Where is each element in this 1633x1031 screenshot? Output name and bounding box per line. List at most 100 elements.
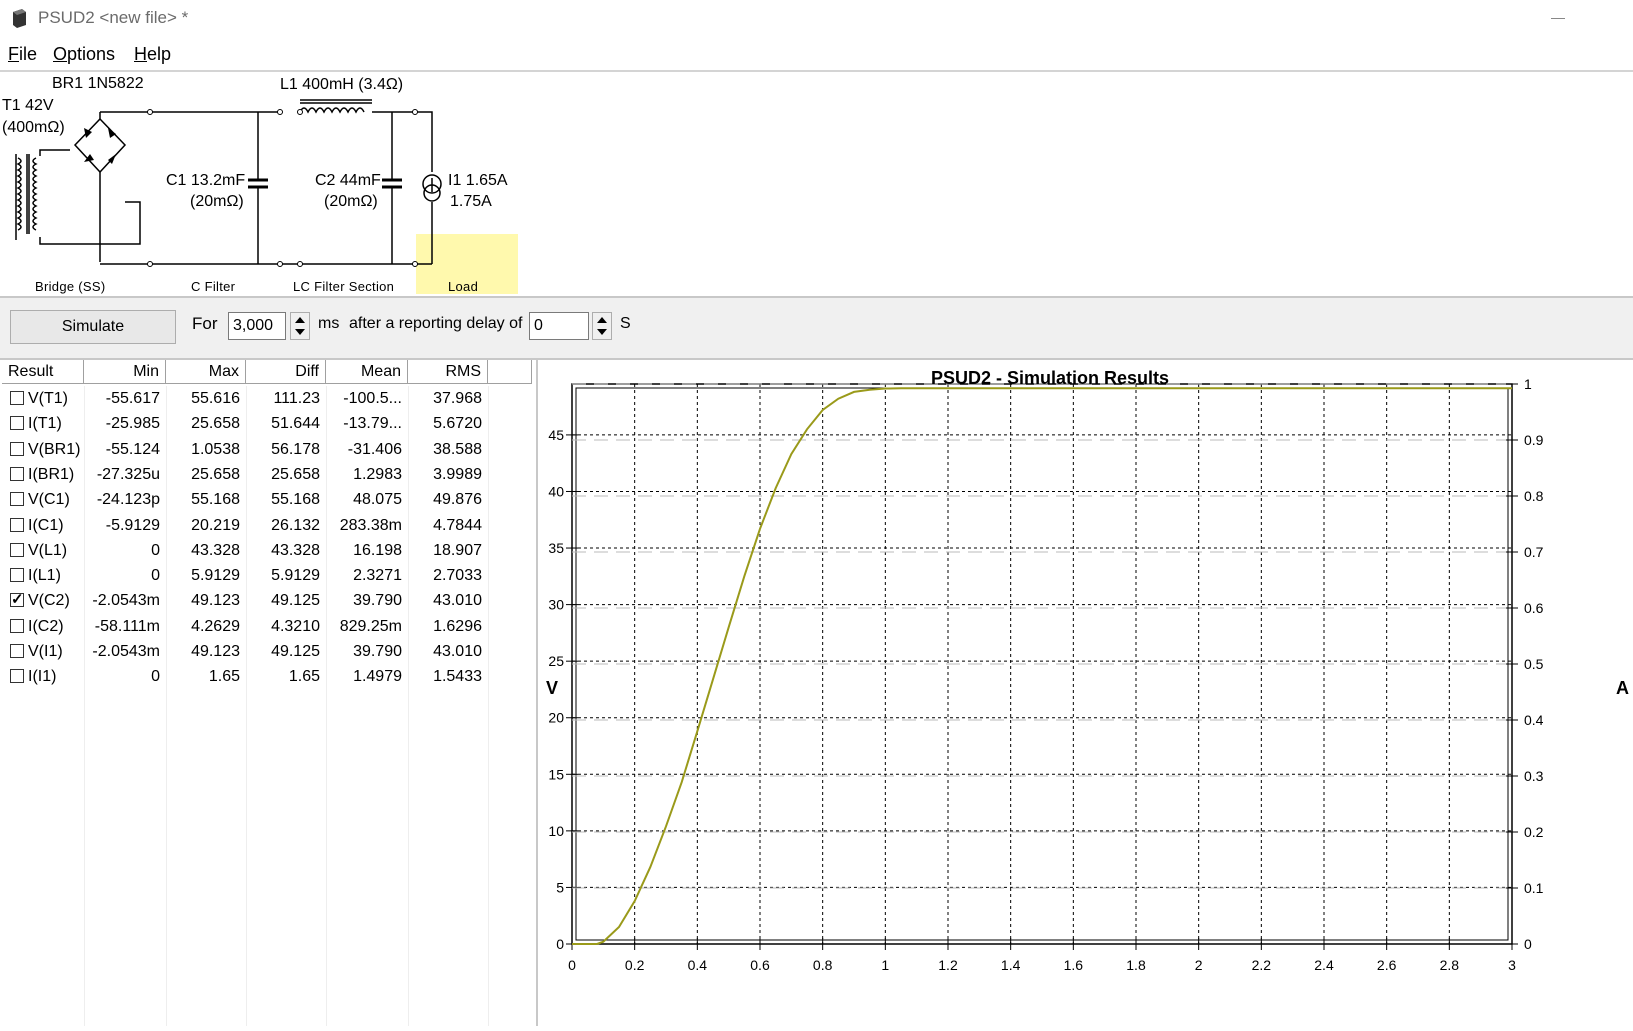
- cell-min: -55.617: [105, 390, 160, 407]
- duration-spinner[interactable]: [290, 312, 310, 340]
- result-name: I(BR1): [28, 465, 75, 483]
- cell-min: 0: [151, 567, 160, 585]
- load-label[interactable]: I1 1.65A: [448, 172, 508, 190]
- cell-rms: 1.5433: [433, 668, 482, 686]
- y-axis-left-title: V: [546, 678, 559, 698]
- cell-rms: 5.6720: [433, 415, 482, 433]
- title-bar: PSUD2 <new file> *: [0, 0, 1633, 36]
- c1-label[interactable]: C1 13.2mF: [166, 172, 245, 190]
- y2-tick-label: 0.8: [1524, 488, 1544, 504]
- spin-down-icon[interactable]: [295, 329, 305, 335]
- cell-mean: 39.790: [353, 643, 402, 660]
- cell-rms: 38.588: [433, 440, 482, 458]
- result-checkbox[interactable]: [10, 466, 24, 481]
- cell-mean: 1.4979: [353, 668, 402, 686]
- spin-up-icon[interactable]: [295, 317, 305, 323]
- delay-spinner[interactable]: [592, 312, 612, 340]
- x-tick-label: 0.8: [813, 957, 833, 973]
- table-row[interactable]: I(L1) 0 5.9129 5.9129 2.3271 2.7033: [2, 563, 532, 588]
- result-checkbox[interactable]: [10, 618, 24, 633]
- result-name: I(T1): [28, 415, 62, 433]
- header-mean[interactable]: Mean: [326, 360, 408, 384]
- result-checkbox[interactable]: [10, 416, 24, 431]
- menu-options[interactable]: Options: [53, 44, 115, 65]
- y-tick-label: 0: [556, 936, 564, 952]
- cell-diff: 51.644: [271, 415, 320, 433]
- y2-tick-label: 0.5: [1524, 656, 1544, 672]
- cell-max: 25.658: [191, 415, 240, 433]
- cell-max: 49.123: [191, 643, 240, 660]
- delay-label: after a reporting delay of: [349, 315, 523, 332]
- window-title: PSUD2 <new file> *: [38, 8, 189, 27]
- cell-rms: 1.6296: [433, 617, 482, 635]
- result-checkbox[interactable]: [10, 568, 24, 583]
- table-row[interactable]: I(BR1) -27.325u 25.658 25.658 1.2983 3.9989: [2, 462, 532, 487]
- table-row[interactable]: V(C1) -24.123p 55.168 55.168 48.075 49.876: [2, 487, 532, 512]
- load-step-label[interactable]: 1.75A: [450, 193, 492, 211]
- table-row[interactable]: I(T1) -25.985 25.658 51.644 -13.79... 5.6720: [2, 411, 532, 436]
- table-row[interactable]: V(L1) 0 43.328 43.328 16.198 18.907: [2, 538, 532, 563]
- header-result[interactable]: Result: [2, 360, 84, 384]
- menu-help[interactable]: Help: [134, 44, 171, 65]
- table-row[interactable]: I(C1) -5.9129 20.219 26.132 283.38m 4.7844: [2, 513, 532, 538]
- result-name: V(C2): [28, 592, 70, 610]
- cell-min: -5.9129: [105, 516, 160, 534]
- cell-mean: -100.5...: [343, 390, 402, 407]
- header-max[interactable]: Max: [166, 360, 246, 384]
- cell-max: 5.9129: [191, 567, 240, 585]
- header-rms[interactable]: RMS: [408, 360, 488, 384]
- y-axis-right-title: A: [1616, 678, 1629, 698]
- c2-label[interactable]: C2 44mF: [315, 172, 381, 190]
- app-icon: [13, 9, 26, 28]
- result-checkbox[interactable]: [10, 669, 24, 684]
- minimize-button[interactable]: [1543, 4, 1573, 32]
- table-row[interactable]: V(T1) -55.617 55.616 111.23 -100.5... 37.968: [2, 386, 532, 411]
- header-spacer: [488, 360, 532, 384]
- y-tick-label: 10: [548, 823, 564, 839]
- result-checkbox[interactable]: [10, 441, 24, 456]
- table-row[interactable]: I(I1) 0 1.65 1.65 1.4979 1.5433: [2, 664, 532, 689]
- c2-resistance[interactable]: (20mΩ): [324, 193, 378, 211]
- table-row[interactable]: V(C2) -2.0543m 49.123 49.125 39.790 43.010: [2, 588, 532, 613]
- cell-rms: 37.968: [433, 390, 482, 407]
- cell-max: 43.328: [191, 541, 240, 559]
- result-checkbox[interactable]: [10, 590, 24, 608]
- x-tick-label: 2: [1195, 957, 1203, 973]
- header-min[interactable]: Min: [84, 360, 166, 384]
- cell-mean: 829.25m: [339, 617, 402, 635]
- inductor-label[interactable]: L1 400mH (3.4Ω): [280, 76, 403, 94]
- table-row[interactable]: V(I1) -2.0543m 49.123 49.125 39.790 43.010: [2, 639, 532, 664]
- result-checkbox[interactable]: [10, 644, 24, 658]
- bridge-label[interactable]: BR1 1N5822: [52, 75, 144, 93]
- cell-diff: 43.328: [271, 541, 320, 559]
- x-tick-label: 3: [1508, 957, 1516, 973]
- delay-input[interactable]: 0: [529, 312, 589, 340]
- transformer-label[interactable]: T1 42V: [2, 97, 54, 115]
- cell-max: 1.65: [208, 668, 240, 686]
- cell-mean: 16.198: [353, 541, 402, 559]
- table-row[interactable]: V(BR1) -55.124 1.0538 56.178 -31.406 38.588: [2, 437, 532, 462]
- result-checkbox[interactable]: [10, 492, 24, 507]
- seconds-label: S: [620, 315, 631, 332]
- cell-rms: 43.010: [433, 592, 482, 610]
- cell-mean: 283.38m: [339, 516, 402, 534]
- header-diff[interactable]: Diff: [246, 360, 326, 384]
- transformer-resistance[interactable]: (400mΩ): [2, 119, 65, 137]
- y2-tick-label: 0.6: [1524, 600, 1544, 616]
- menu-file[interactable]: File: [8, 44, 37, 65]
- result-checkbox[interactable]: [10, 517, 24, 532]
- spin-up-icon[interactable]: [597, 317, 607, 323]
- cell-min: -55.124: [105, 440, 160, 458]
- duration-input[interactable]: 3,000: [228, 312, 286, 340]
- c-filter-caption: C Filter: [191, 279, 236, 294]
- result-checkbox[interactable]: [10, 542, 24, 557]
- cell-diff: 26.132: [271, 516, 320, 534]
- c1-resistance[interactable]: (20mΩ): [190, 193, 244, 211]
- spin-down-icon[interactable]: [597, 329, 607, 335]
- result-name: I(L1): [28, 567, 61, 585]
- result-name: V(I1): [28, 643, 63, 660]
- lc-filter-caption: LC Filter Section: [293, 279, 395, 294]
- result-checkbox[interactable]: [10, 391, 24, 405]
- table-row[interactable]: I(C2) -58.111m 4.2629 4.3210 829.25m 1.6296: [2, 614, 532, 639]
- simulate-button[interactable]: Simulate: [10, 310, 176, 344]
